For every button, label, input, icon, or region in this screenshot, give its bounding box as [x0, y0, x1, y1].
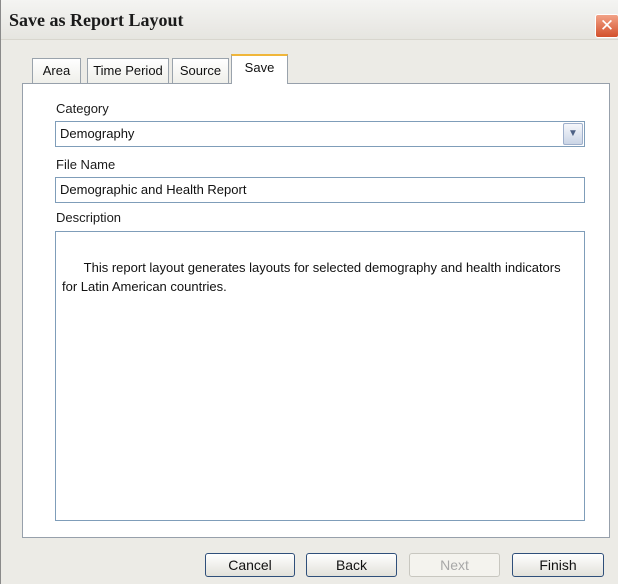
finish-button-label: Finish	[539, 557, 577, 573]
next-button[interactable]: Next	[409, 553, 500, 577]
back-button-label: Back	[335, 557, 368, 573]
category-label: Category	[56, 101, 109, 116]
back-button[interactable]: Back	[306, 553, 397, 577]
description-textarea[interactable]: This report layout generates layouts for…	[55, 231, 585, 521]
tab-save[interactable]: Save	[231, 54, 288, 84]
description-value: This report layout generates layouts for…	[62, 260, 565, 294]
chevron-down-icon[interactable]: ▼	[563, 123, 583, 145]
close-button[interactable]: ✕	[595, 14, 618, 38]
close-icon: ✕	[599, 16, 615, 36]
tab-time-period-label: Time Period	[93, 63, 163, 78]
title-bar[interactable]: Save as Report Layout ✕	[1, 0, 618, 40]
category-value: Demography	[60, 126, 135, 141]
tab-area[interactable]: Area	[32, 58, 81, 83]
finish-button[interactable]: Finish	[512, 553, 604, 577]
tab-save-label: Save	[244, 60, 275, 75]
tab-source[interactable]: Source	[172, 58, 229, 83]
cancel-button-label: Cancel	[228, 557, 272, 573]
next-button-label: Next	[440, 557, 469, 573]
save-report-layout-dialog: Save as Report Layout ✕ Area Time Period…	[0, 0, 618, 584]
tab-time-period[interactable]: Time Period	[87, 58, 169, 83]
save-tab-panel: Category Demography ▼ File Name Demograp…	[22, 83, 610, 538]
dialog-title: Save as Report Layout	[9, 10, 184, 30]
description-label: Description	[56, 210, 122, 225]
file-name-value: Demographic and Health Report	[60, 182, 247, 197]
file-name-input[interactable]: Demographic and Health Report	[55, 177, 585, 203]
category-dropdown[interactable]: Demography ▼	[55, 121, 585, 147]
tab-source-label: Source	[179, 63, 222, 78]
cancel-button[interactable]: Cancel	[205, 553, 295, 577]
tab-area-label: Area	[42, 63, 71, 78]
file-name-label: File Name	[56, 157, 116, 172]
